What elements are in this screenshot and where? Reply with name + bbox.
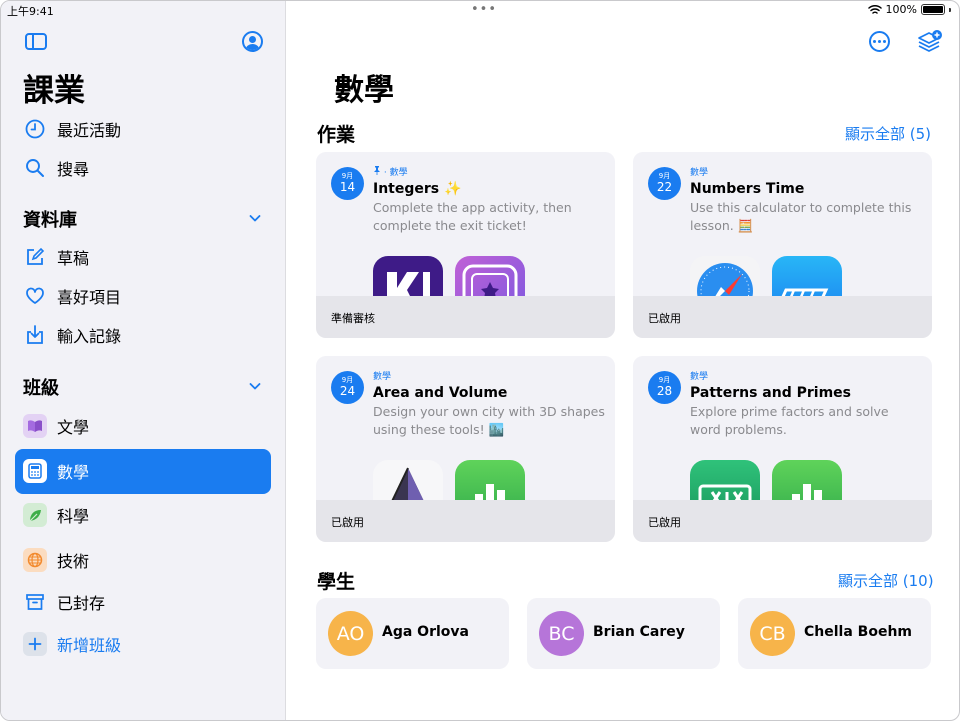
profile-icon[interactable] [242,31,263,52]
calculator-icon [23,459,47,483]
sidebar-item-label: 輸入記錄 [57,327,122,346]
app-window: 課業 最近活動 搜尋 資料庫 草稿 喜好項目 輸入記錄 班級 文學 數學 科學 … [0,0,960,721]
student-name: Brian Carey [593,624,685,640]
import-icon [23,323,47,347]
pin-icon [374,166,380,175]
sidebar: 課業 最近活動 搜尋 資料庫 草稿 喜好項目 輸入記錄 班級 文學 數學 科學 … [1,1,286,720]
sidebar-item-label: 最近活動 [57,121,122,140]
new-assignment-icon[interactable] [917,30,943,54]
assignment-card[interactable]: 9月 22 數學 Numbers Time Use this calculato… [633,152,932,338]
student-name: Aga Orlova [382,624,469,640]
assignment-title: Area and Volume [373,385,508,401]
plus-icon [23,632,47,656]
assignment-card[interactable]: 9月 24 數學 Area and Volume Design your own… [316,356,615,542]
assignment-subject: · 數學 [373,165,408,178]
leaf-icon [23,503,47,527]
chevron-down-icon[interactable] [249,212,261,224]
assignment-title: Integers ✨ [373,181,462,197]
sidebar-item-math[interactable]: 數學 [1,451,286,491]
globe-icon [23,548,47,572]
sidebar-item-label: 技術 [57,552,90,571]
app-title: 課業 [23,73,85,109]
search-icon [23,156,47,180]
assignment-subject: 數學 [690,372,709,382]
due-date-badge: 9月 28 [648,371,681,404]
heart-icon [23,284,47,308]
add-class-button[interactable]: 新增班級 [1,624,286,664]
book-icon [23,414,47,438]
assignment-description: Design your own city with 3D shapes usin… [373,404,605,437]
assignment-description: Use this calculator to complete this les… [690,200,912,233]
sidebar-item-label: 已封存 [57,594,106,613]
assignment-title: Numbers Time [690,181,805,197]
student-card[interactable]: BC Brian Carey [527,598,720,669]
sidebar-item-search[interactable]: 搜尋 [1,148,286,188]
assignment-status: 已啟用 [648,516,681,529]
sidebar-item-label: 數學 [57,463,90,482]
student-card[interactable]: AO Aga Orlova [316,598,509,669]
assignment-status-bar: 準備審核 [316,296,615,338]
student-name: Chella Boehm [804,624,912,640]
battery-percent: 100% [885,3,917,16]
sidebar-item-imports[interactable]: 輸入記錄 [1,315,286,355]
assignment-description: Complete the app activity, then complete… [373,200,572,233]
sidebar-item-archived[interactable]: 已封存 [1,582,286,622]
sidebar-item-label: 文學 [57,418,90,437]
battery-icon [921,4,945,15]
multitasking-dots-icon[interactable]: ••• [471,3,497,16]
battery-nub [949,7,951,12]
sidebar-item-technology[interactable]: 技術 [1,540,286,580]
sidebar-item-favorites[interactable]: 喜好項目 [1,276,286,316]
assignment-title: Patterns and Primes [690,385,851,401]
assignment-status-bar: 已啟用 [633,500,932,542]
sidebar-item-recent[interactable]: 最近活動 [1,109,286,149]
sidebar-item-label: 喜好項目 [57,288,122,307]
page-title: 數學 [334,73,394,108]
status-time: 上午9:41 [7,5,54,18]
avatar: AO [328,611,373,656]
students-show-all-link[interactable]: 顯示全部 (10) [838,570,934,591]
due-date-badge: 9月 24 [331,371,364,404]
assignments-show-all-link[interactable]: 顯示全部 (5) [845,123,931,144]
assignment-status: 已啟用 [648,312,681,325]
sidebar-item-drafts[interactable]: 草稿 [1,237,286,277]
due-date-badge: 9月 22 [648,167,681,200]
sidebar-toggle-icon[interactable] [25,33,47,50]
sidebar-item-literature[interactable]: 文學 [1,406,286,446]
library-heading: 資料庫 [23,210,77,231]
assignment-status: 準備審核 [331,312,375,325]
avatar: CB [750,611,795,656]
assignment-status: 已啟用 [331,516,364,529]
add-class-label: 新增班級 [57,636,122,655]
status-indicators: 100% [867,3,951,16]
assignment-status-bar: 已啟用 [633,296,932,338]
assignments-heading: 作業 [317,124,356,146]
student-card[interactable]: CB Chella Boehm [738,598,931,669]
sidebar-item-label: 草稿 [57,249,90,268]
archive-icon [23,590,47,614]
assignment-card[interactable]: 9月 28 數學 Patterns and Primes Explore pri… [633,356,932,542]
assignment-status-bar: 已啟用 [316,500,615,542]
sidebar-item-label: 搜尋 [57,160,90,179]
wifi-icon [867,4,882,14]
assignment-description: Explore prime factors and solve word pro… [690,404,889,437]
assignment-subject: 數學 [373,372,392,382]
classes-heading: 班級 [23,378,59,399]
students-heading: 學生 [317,571,356,593]
compose-icon [23,245,47,269]
assignment-card[interactable]: 9月 14 · 數學 Integers ✨ Complete the app a… [316,152,615,338]
clock-icon [23,117,47,141]
due-date-badge: 9月 14 [331,167,364,200]
sidebar-item-label: 科學 [57,507,90,526]
chevron-down-icon[interactable] [249,380,261,392]
assignment-subject: 數學 [690,168,709,178]
avatar: BC [539,611,584,656]
sidebar-item-science[interactable]: 科學 [1,495,286,535]
more-options-icon[interactable] [869,31,890,52]
